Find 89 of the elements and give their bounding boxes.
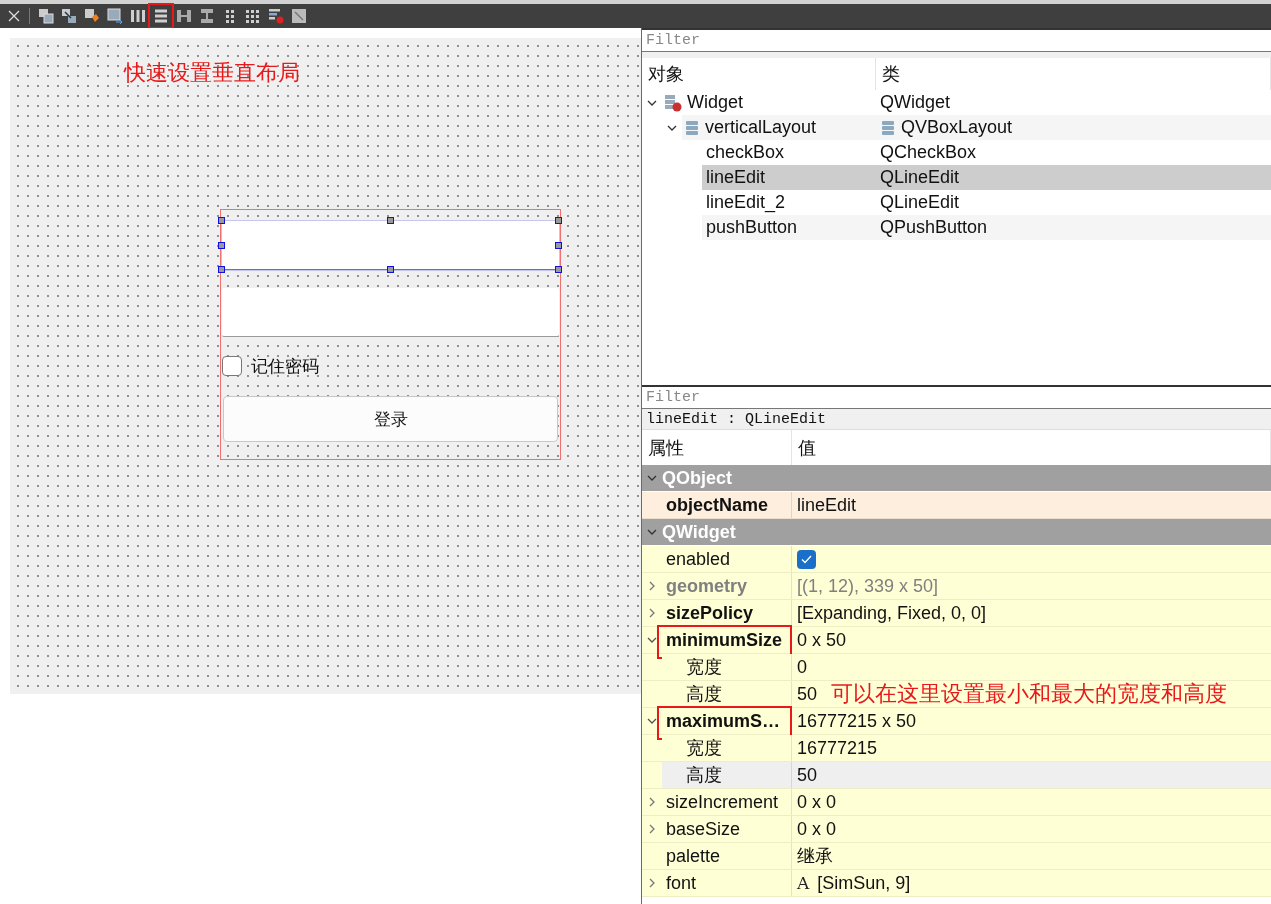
property-value: 0 x 50	[797, 629, 847, 651]
property-name: objectName	[666, 494, 769, 516]
resize-handle[interactable]	[218, 266, 225, 273]
three-rows-icon[interactable]	[152, 8, 169, 24]
object-name: pushButton	[706, 217, 798, 238]
property-value: 0 x 0	[797, 791, 837, 813]
property-value: 继承	[797, 845, 833, 868]
object-name: Widget	[687, 92, 744, 113]
stacked-rows-icon	[684, 119, 700, 136]
property-row[interactable]: font A [SimSun, 9]	[642, 870, 1271, 897]
resize-handle[interactable]	[386, 217, 394, 224]
property-value: [Expanding, Fixed, 0, 0]	[797, 602, 987, 624]
login-button[interactable]: 登录	[223, 396, 558, 442]
object-name: lineEdit	[706, 167, 766, 188]
property-name: 高度	[686, 764, 722, 787]
property-value: 50	[797, 683, 818, 705]
dot-grid-icon[interactable]	[244, 8, 261, 24]
resize-handle[interactable]	[218, 241, 225, 249]
checkbox-label: 记住密码	[251, 354, 319, 378]
horizontal-splitter-icon[interactable]	[175, 8, 192, 24]
stacked-rows-icon	[880, 119, 896, 136]
property-row[interactable]: baseSize 0 x 0	[642, 816, 1271, 843]
arrow-windows-icon[interactable]	[60, 8, 77, 24]
numbered-window-icon[interactable]	[106, 8, 123, 24]
filter-field[interactable]: Filter	[642, 385, 1271, 409]
property-name: minimumSize	[666, 629, 783, 651]
property-row[interactable]: 宽度 0	[642, 654, 1271, 681]
class-name: QLineEdit	[880, 192, 960, 213]
property-name: sizePolicy	[666, 602, 754, 624]
property-name: 宽度	[686, 737, 722, 760]
group-name: QWidget	[662, 521, 736, 543]
class-name: QPushButton	[880, 217, 988, 238]
property-name: geometry	[666, 575, 748, 597]
filter-field[interactable]: Filter	[642, 28, 1271, 52]
property-value: 50	[797, 764, 818, 786]
property-value: [SimSun, 9]	[817, 872, 911, 894]
property-row[interactable]: objectName lineEdit	[642, 492, 1271, 519]
class-name: QLineEdit	[880, 167, 960, 188]
property-value: [(1, 12), 339 x 50]	[797, 575, 939, 597]
property-row[interactable]: palette 继承	[642, 843, 1271, 870]
class-name: QCheckBox	[880, 142, 977, 163]
property-row[interactable]: sizeIncrement 0 x 0	[642, 789, 1271, 816]
property-value: 0 x 0	[797, 818, 837, 840]
tree-row[interactable]: pushButton QPushButton	[702, 215, 1271, 240]
group-name: QObject	[662, 467, 732, 489]
object-name: verticalLayout	[705, 117, 817, 138]
object-name: lineEdit_2	[706, 192, 786, 213]
rows-with-stop-sign-icon[interactable]	[267, 8, 284, 24]
tree-row[interactable]: verticalLayout QVBoxLayout	[682, 115, 1271, 140]
input-field[interactable]	[222, 288, 559, 337]
object-name: checkBox	[706, 142, 785, 163]
property-name: enabled	[666, 548, 731, 570]
vertical-splitter-icon[interactable]	[198, 8, 215, 24]
property-row[interactable]: 宽度 16777215	[642, 735, 1271, 762]
tree-row[interactable]: lineEdit QLineEdit	[702, 165, 1271, 190]
diagonal-arrow-icon[interactable]	[290, 8, 307, 24]
checkbox[interactable]	[222, 356, 242, 376]
resize-handle[interactable]	[555, 266, 562, 273]
font-preview-glyph: A	[797, 873, 810, 893]
checkbox[interactable]	[797, 549, 816, 569]
object-label: lineEdit : QLineEdit	[642, 409, 1271, 430]
property-value: 16777215 x 50	[797, 710, 917, 732]
property-name: palette	[666, 845, 721, 867]
property-row[interactable]: enabled	[642, 546, 1271, 573]
input-field[interactable]	[222, 221, 559, 270]
resize-handle[interactable]	[386, 266, 394, 273]
window-tag-icon[interactable]	[83, 8, 100, 24]
property-value: 0	[797, 656, 807, 678]
form-icon	[664, 93, 682, 112]
resize-handle[interactable]	[555, 217, 562, 224]
resize-handle[interactable]	[218, 217, 225, 224]
property-row[interactable]: 高度 50 可以在这里设置最小和最大的宽度和高度	[642, 681, 1271, 708]
property-name: font	[666, 872, 697, 894]
property-value: 16777215	[797, 737, 878, 759]
property-name: 宽度	[686, 656, 722, 679]
annotation-text: 快速设置垂直布局	[124, 59, 300, 87]
three-columns-icon[interactable]	[129, 8, 146, 24]
property-name: sizeIncrement	[666, 791, 779, 813]
property-name: baseSize	[666, 818, 741, 840]
overlapping-windows-icon[interactable]	[37, 8, 54, 24]
property-value: lineEdit	[797, 494, 857, 516]
annotation-text: 可以在这里设置最小和最大的宽度和高度	[831, 681, 1228, 707]
property-name: maximumS…	[666, 710, 781, 732]
class-name: QVBoxLayout	[901, 117, 1013, 138]
property-row[interactable]: 高度 50	[642, 762, 1271, 789]
resize-handle[interactable]	[555, 241, 562, 249]
class-name: QWidget	[880, 92, 951, 113]
property-row[interactable]: sizePolicy [Expanding, Fixed, 0, 0]	[642, 600, 1271, 627]
property-name: 高度	[686, 683, 722, 706]
